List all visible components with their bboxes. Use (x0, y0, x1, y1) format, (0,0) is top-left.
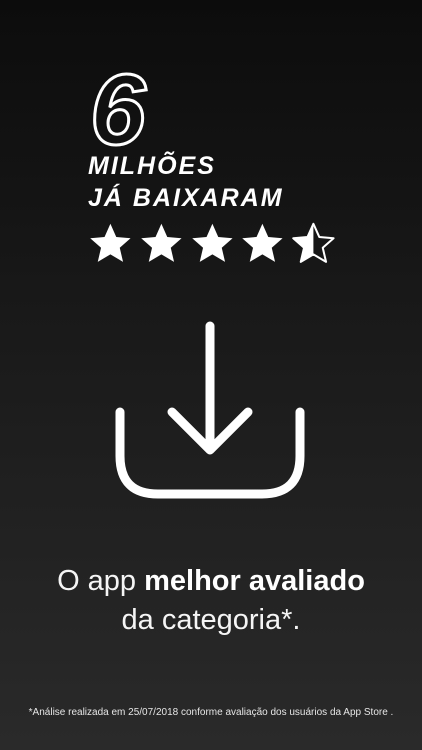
rating-stars (86, 221, 338, 265)
badge-line-downloaded: JÁ BAIXARAM (88, 184, 284, 212)
svg-text:6: 6 (90, 70, 147, 150)
star-half-icon (292, 222, 335, 263)
badge-line-millions: MILHÕES (88, 152, 216, 180)
star-full-icon (242, 223, 283, 262)
star-full-icon (141, 223, 182, 262)
tagline-prefix: O app (57, 565, 145, 597)
download-tray-icon (115, 321, 305, 499)
star-full-icon (90, 223, 131, 262)
star-full-icon (191, 223, 233, 262)
promo-screen: 6 MILHÕES JÁ BAIXARAM O app melhor avali… (0, 0, 422, 750)
tagline-line-1: O app melhor avaliado (0, 567, 422, 596)
tagline-line-2: da categoria*. (121, 604, 301, 636)
tagline-emphasis: melhor avaliado (144, 565, 365, 597)
disclaimer-footnote: *Análise realizada em 25/07/2018 conform… (28, 707, 394, 718)
six-million-numeral: 6 (89, 70, 149, 150)
